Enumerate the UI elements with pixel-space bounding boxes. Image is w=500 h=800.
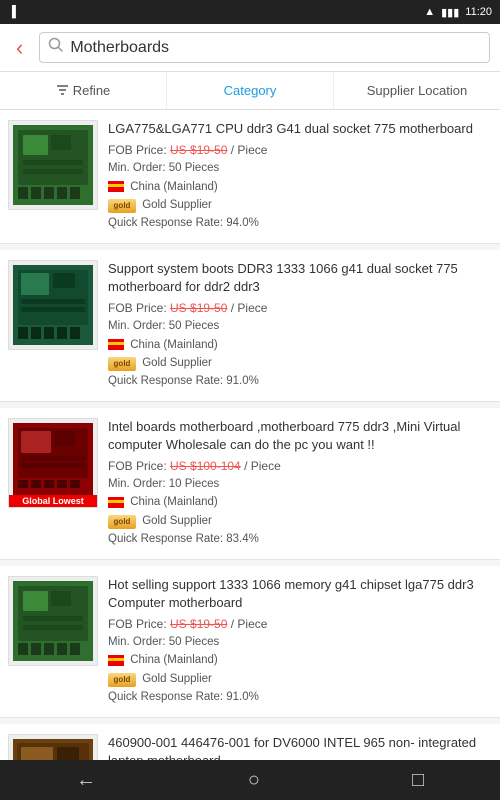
- fob-label: FOB Price:: [108, 301, 170, 315]
- quick-response-rate: Quick Response Rate: 83.4%: [108, 530, 492, 548]
- product-image: [8, 120, 98, 210]
- product-image: Global Lowest: [8, 418, 98, 508]
- product-info: 460900-001 446476-001 for DV6000 INTEL 9…: [108, 734, 492, 760]
- product-image: [8, 576, 98, 666]
- battery-icon: ▮▮▮: [441, 6, 459, 19]
- fob-label: FOB Price:: [108, 143, 170, 157]
- product-title: Hot selling support 1333 1066 memory g41…: [108, 576, 492, 612]
- product-price-row: FOB Price: US $19-50 / Piece: [108, 617, 492, 631]
- gold-supplier-badge: gold: [108, 515, 136, 529]
- supplier-info: gold Gold Supplier: [108, 196, 492, 214]
- quick-response-rate: Quick Response Rate: 91.0%: [108, 688, 492, 706]
- price-value: US $19-50: [170, 617, 227, 631]
- min-order: Min. Order: 50 Pieces: [108, 317, 492, 335]
- price-unit: / Piece: [231, 301, 268, 315]
- product-title: 460900-001 446476-001 for DV6000 INTEL 9…: [108, 734, 492, 760]
- bottom-nav: ← ○ □: [0, 760, 500, 800]
- product-title: Support system boots DDR3 1333 1066 g41 …: [108, 260, 492, 296]
- product-meta: Min. Order: 50 Pieces China (Mainland) g…: [108, 159, 492, 233]
- filter-icon: [56, 83, 69, 99]
- gold-supplier-badge: gold: [108, 357, 136, 371]
- filter-tab-category[interactable]: Category: [167, 72, 334, 109]
- fob-label: FOB Price:: [108, 459, 170, 473]
- supplier-label: Gold Supplier: [142, 515, 212, 527]
- supplier-location-label: Supplier Location: [367, 83, 467, 98]
- price-value: US $100-104: [170, 459, 241, 473]
- origin: China (Mainland): [108, 178, 492, 196]
- product-meta: Min. Order: 10 Pieces China (Mainland) g…: [108, 475, 492, 549]
- product-card[interactable]: Global Lowest Intel boards motherboard ,…: [0, 408, 500, 560]
- filter-tab-refine[interactable]: Refine: [0, 72, 167, 109]
- search-icon: [48, 37, 64, 58]
- price-unit: / Piece: [231, 617, 268, 631]
- quick-response-rate: Quick Response Rate: 94.0%: [108, 214, 492, 232]
- product-info: Intel boards motherboard ,motherboard 77…: [108, 418, 492, 549]
- search-input-wrap: [39, 32, 490, 63]
- gold-supplier-badge: gold: [108, 199, 136, 213]
- origin: China (Mainland): [108, 651, 492, 669]
- supplier-label: Gold Supplier: [142, 673, 212, 685]
- product-info: Hot selling support 1333 1066 memory g41…: [108, 576, 492, 707]
- supplier-info: gold Gold Supplier: [108, 354, 492, 372]
- status-bar-left: ▐: [8, 6, 16, 18]
- min-order: Min. Order: 10 Pieces: [108, 475, 492, 493]
- search-input[interactable]: [70, 39, 481, 57]
- supplier-info: gold Gold Supplier: [108, 512, 492, 530]
- product-card[interactable]: 460900-001 446476-001 for DV6000 INTEL 9…: [0, 724, 500, 760]
- product-info: Support system boots DDR3 1333 1066 g41 …: [108, 260, 492, 391]
- supplier-info: gold Gold Supplier: [108, 670, 492, 688]
- wifi-icon: ▲: [424, 6, 435, 18]
- product-meta: Min. Order: 50 Pieces China (Mainland) g…: [108, 317, 492, 391]
- time-display: 11:20: [465, 6, 492, 18]
- supplier-label: Gold Supplier: [142, 357, 212, 369]
- min-order: Min. Order: 50 Pieces: [108, 633, 492, 651]
- product-list: LGA775&LGA771 CPU ddr3 G41 dual socket 7…: [0, 110, 500, 760]
- product-card[interactable]: LGA775&LGA771 CPU ddr3 G41 dual socket 7…: [0, 110, 500, 244]
- product-card[interactable]: Support system boots DDR3 1333 1066 g41 …: [0, 250, 500, 402]
- price-value: US $19-50: [170, 301, 227, 315]
- search-bar: ‹: [0, 24, 500, 72]
- fob-label: FOB Price:: [108, 617, 170, 631]
- signal-icon: ▐: [8, 6, 16, 18]
- product-price-row: FOB Price: US $100-104 / Piece: [108, 459, 492, 473]
- back-button[interactable]: ‹: [10, 31, 29, 65]
- product-label-tag: Global Lowest: [9, 495, 97, 507]
- min-order: Min. Order: 50 Pieces: [108, 159, 492, 177]
- nav-recent-button[interactable]: □: [396, 765, 440, 796]
- product-title: Intel boards motherboard ,motherboard 77…: [108, 418, 492, 454]
- price-unit: / Piece: [244, 459, 281, 473]
- origin: China (Mainland): [108, 336, 492, 354]
- status-bar-right: ▲ ▮▮▮ 11:20: [424, 6, 492, 19]
- product-title: LGA775&LGA771 CPU ddr3 G41 dual socket 7…: [108, 120, 492, 138]
- product-image: [8, 734, 98, 760]
- product-card[interactable]: Hot selling support 1333 1066 memory g41…: [0, 566, 500, 718]
- status-bar: ▐ ▲ ▮▮▮ 11:20: [0, 0, 500, 24]
- filter-bar: Refine Category Supplier Location: [0, 72, 500, 110]
- product-meta: Min. Order: 50 Pieces China (Mainland) g…: [108, 633, 492, 707]
- refine-label: Refine: [73, 83, 111, 98]
- product-info: LGA775&LGA771 CPU ddr3 G41 dual socket 7…: [108, 120, 492, 233]
- price-unit: / Piece: [231, 143, 268, 157]
- nav-home-button[interactable]: ○: [232, 765, 276, 796]
- product-price-row: FOB Price: US $19-50 / Piece: [108, 143, 492, 157]
- supplier-label: Gold Supplier: [142, 199, 212, 211]
- nav-back-button[interactable]: ←: [60, 765, 112, 796]
- filter-tab-supplier-location[interactable]: Supplier Location: [334, 72, 500, 109]
- price-value: US $19-50: [170, 143, 227, 157]
- category-label: Category: [224, 83, 277, 98]
- origin: China (Mainland): [108, 493, 492, 511]
- quick-response-rate: Quick Response Rate: 91.0%: [108, 372, 492, 390]
- product-image: [8, 260, 98, 350]
- gold-supplier-badge: gold: [108, 673, 136, 687]
- product-price-row: FOB Price: US $19-50 / Piece: [108, 301, 492, 315]
